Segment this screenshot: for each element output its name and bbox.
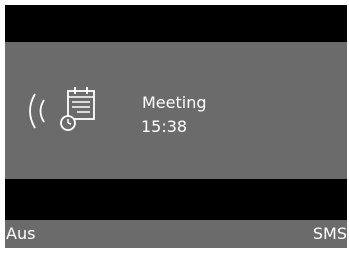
calendar-clock-icon	[60, 87, 95, 131]
ring-indicator-icon	[29, 93, 45, 129]
softkey-off-button[interactable]: Aus	[6, 224, 35, 244]
softkey-bar: Aus SMS	[5, 220, 347, 248]
phone-display: Meeting 15:38 Aus SMS	[5, 5, 347, 248]
appointment-notification-panel: Meeting 15:38	[5, 42, 347, 179]
softkey-sms-button[interactable]: SMS	[313, 224, 347, 244]
appointment-title: Meeting	[142, 93, 207, 112]
info-bar	[5, 179, 347, 220]
appointment-time: 15:38	[141, 117, 188, 136]
status-bar	[5, 5, 347, 42]
